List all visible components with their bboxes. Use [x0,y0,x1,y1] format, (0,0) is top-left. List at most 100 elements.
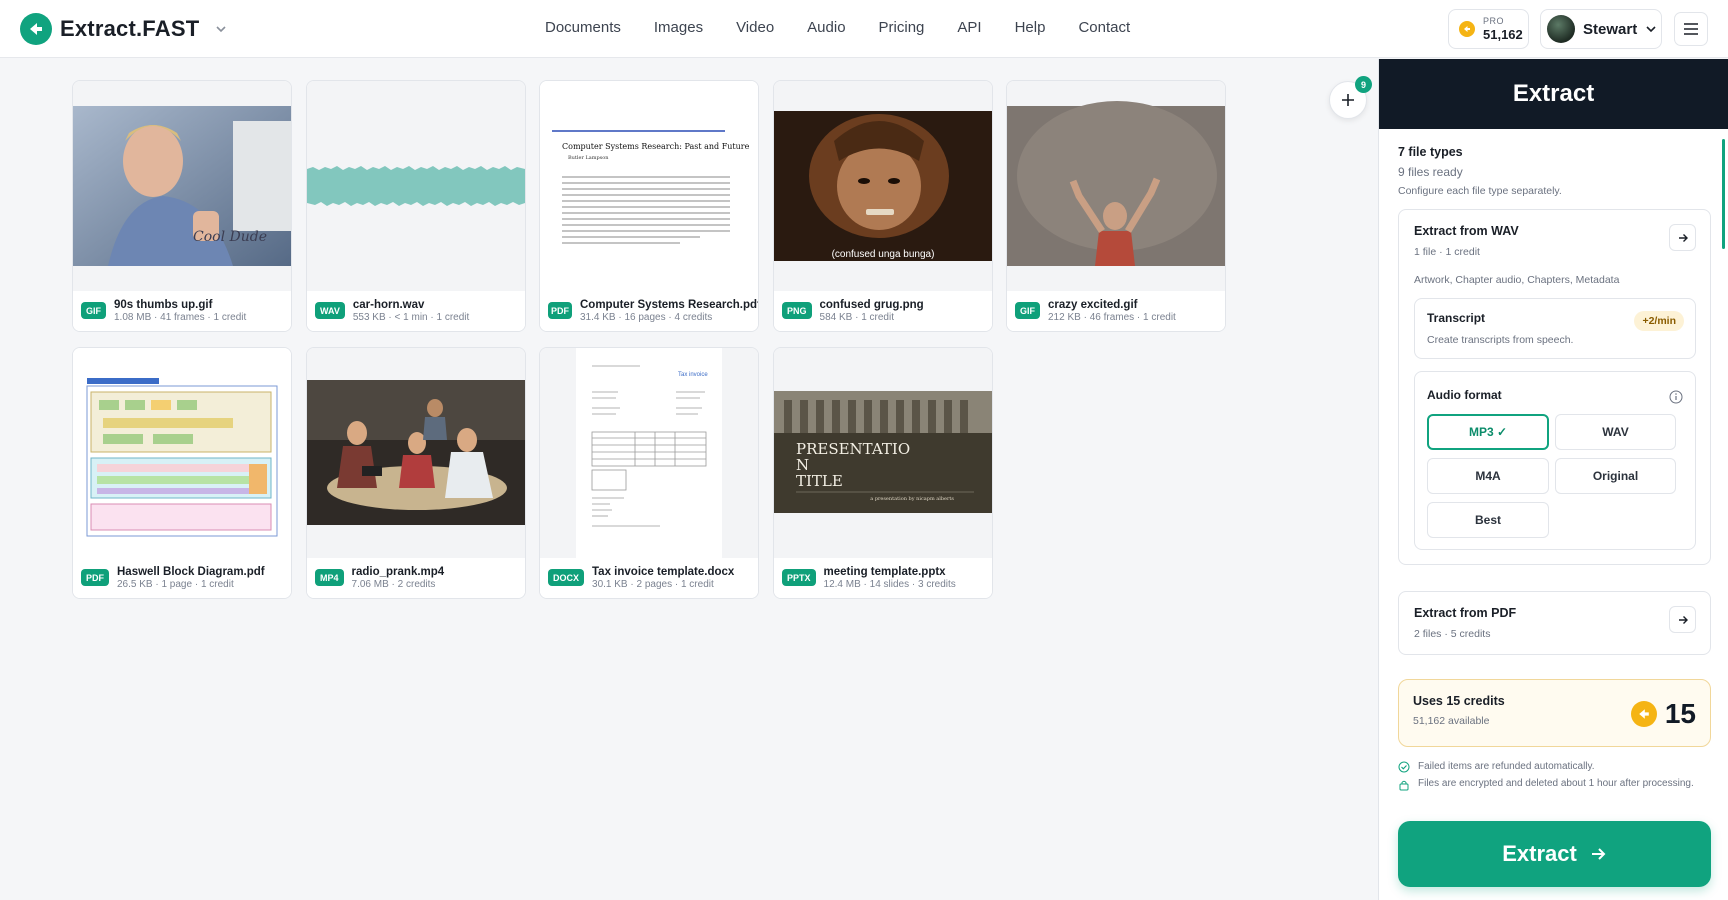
svg-text:Cool Dude: Cool Dude [193,229,267,245]
wav-section-sub: 1 file · 1 credit [1414,246,1480,258]
file-info: 1.08 MB · 41 frames · 1 credit [114,312,247,324]
file-thumbnail [307,348,525,558]
file-type-badge: PNG [782,302,812,319]
nav-audio[interactable]: Audio [807,19,845,36]
wav-open-button[interactable] [1669,224,1696,251]
nav-help[interactable]: Help [1015,19,1046,36]
file-name: 90s thumbs up.gif [114,299,213,311]
pdf-open-button[interactable] [1669,606,1696,633]
nav-api[interactable]: API [957,19,981,36]
file-card[interactable]: Cool Dude GIF 90s thumbs up.gif 1.08 MB … [72,80,292,332]
file-type-badge: PPTX [782,569,816,586]
coin-icon [1459,21,1475,37]
arrow-right-icon [1678,615,1688,624]
file-name: Computer Systems Research.pdf [580,299,759,311]
file-info: 31.4 KB · 16 pages · 4 credits [580,312,713,324]
file-name: meeting template.pptx [823,566,946,578]
chevron-down-icon[interactable] [213,21,229,37]
file-thumbnail: PRESENTATIO N TITLE a presentation by ni… [774,348,992,558]
audio-format-box: Audio format MP3 ✓ WAV M4A Original Best [1414,371,1696,550]
nav-images[interactable]: Images [654,19,703,36]
audio-format-title: Audio format [1427,388,1502,402]
privacy-note: Files are encrypted and deleted about 1 … [1398,777,1708,791]
format-wav-button[interactable]: WAV [1555,414,1676,450]
check-circle-icon [1398,761,1410,773]
format-original-button[interactable]: Original [1555,458,1676,494]
file-info: 7.06 MB · 2 credits [351,579,436,591]
brand[interactable]: Extract.FAST [20,13,229,45]
file-thumbnail: Computer Systems Research: Past and Futu… [540,81,758,291]
user-name: Stewart [1583,20,1638,38]
refund-note: Failed items are refunded automatically. [1398,760,1708,774]
grug-caption: (confused unga bunga) [832,249,935,260]
credits-summary: Uses 15 credits 51,162 available 15 [1398,679,1711,747]
privacy-note-text: Files are encrypted and deleted about 1 … [1418,778,1694,789]
avatar [1547,15,1575,43]
invoice-heading: Tax invoice [678,372,708,378]
refund-note-text: Failed items are refunded automatically. [1418,761,1595,772]
configure-hint: Configure each file type separately. [1398,185,1562,197]
file-info: 553 KB · < 1 min · 1 credit [352,312,470,324]
brand-name: Extract.FAST [60,16,200,41]
extract-button-label: Extract [1502,841,1577,866]
logo-icon [20,13,52,45]
format-m4a-button[interactable]: M4A [1427,458,1549,494]
svg-text:TITLE: TITLE [796,472,843,490]
credits-amount: 15 [1664,698,1696,729]
wav-section-title: Extract from WAV [1414,224,1519,238]
file-info: 30.1 KB · 2 pages · 1 credit [592,579,714,591]
file-name: crazy excited.gif [1048,299,1138,311]
user-menu[interactable]: Stewart [1540,9,1662,49]
panel-header: Extract [1379,59,1728,129]
file-info: 12.4 MB · 14 slides · 3 credits [823,579,956,591]
plus-icon [1342,94,1354,106]
pdf-section: Extract from PDF 2 files · 5 credits [1398,591,1711,655]
slide-subtitle: a presentation by nicapm alberts [870,496,954,502]
file-card[interactable]: PRESENTATIO N TITLE a presentation by ni… [773,347,993,599]
file-card[interactable]: WAV car-horn.wav 553 KB · < 1 min · 1 cr… [306,80,526,332]
coin-icon [1630,701,1657,727]
file-thumbnail [307,81,525,291]
panel-title: Extract [1512,80,1595,107]
nav-documents[interactable]: Documents [545,19,621,36]
lock-icon [1399,780,1409,791]
file-type-badge: DOCX [548,569,585,586]
file-card[interactable]: GIF crazy excited.gif 212 KB · 46 frames… [1006,80,1226,332]
format-best-button[interactable]: Best [1427,502,1549,538]
file-info: 212 KB · 46 frames · 1 credit [1048,312,1176,324]
format-mp3-button[interactable]: MP3 ✓ [1427,414,1549,450]
credits-pill[interactable]: PRO 51,162 [1448,9,1529,49]
pdf-section-title: Extract from PDF [1414,606,1517,620]
plan-label: PRO [1483,16,1505,26]
pdf-title-text: Computer Systems Research: Past and Futu… [562,142,750,151]
nav-contact[interactable]: Contact [1078,19,1130,36]
file-card[interactable]: Computer Systems Research: Past and Futu… [539,80,759,332]
nav-video[interactable]: Video [736,19,774,36]
extract-button[interactable]: Extract [1398,821,1711,887]
file-info: 26.5 KB · 1 page · 1 credit [117,579,234,591]
file-type-badge: GIF [1015,302,1040,319]
file-count-badge: 9 [1355,76,1372,93]
file-types-summary: 7 file types [1398,145,1463,159]
arrow-right-icon [1591,848,1606,860]
file-card[interactable]: PDF Haswell Block Diagram.pdf 26.5 KB · … [72,347,292,599]
file-name: car-horn.wav [352,299,425,311]
transcript-option[interactable]: Transcript Create transcripts from speec… [1414,298,1696,359]
info-icon[interactable] [1669,390,1683,404]
menu-icon [1684,23,1698,35]
file-type-badge: GIF [81,302,106,319]
file-thumbnail [1007,81,1225,291]
main-nav: Documents Images Video Audio Pricing API… [545,19,1163,36]
file-name: radio_prank.mp4 [351,566,445,578]
file-card[interactable]: Tax invoice DOCX Tax invoice template.do… [539,347,759,599]
file-thumbnail: Tax invoice [540,348,758,558]
arrow-right-icon [1678,233,1688,242]
file-card[interactable]: MP4 radio_prank.mp4 7.06 MB · 2 credits [306,347,526,599]
file-type-badge: PDF [81,569,109,586]
panel-scroll-area[interactable]: 7 file types 9 files ready Configure eac… [1379,129,1728,664]
scrollbar[interactable] [1722,139,1725,249]
nav-pricing[interactable]: Pricing [879,19,925,36]
transcript-rate-badge: +2/min [1634,311,1684,331]
hamburger-menu-button[interactable] [1674,12,1708,46]
file-card[interactable]: (confused unga bunga) PNG confused grug.… [773,80,993,332]
